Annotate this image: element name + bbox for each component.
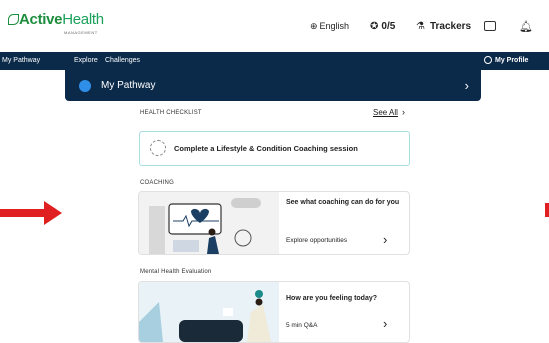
chevron-right-icon: › [402,107,405,117]
mental-health-card-title: How are you feeling today? [286,295,378,302]
chat-icon[interactable] [484,0,496,52]
points-counter[interactable]: ✪ 0/5 [370,0,395,52]
trackers-icon: ⚗ [416,20,425,32]
arrow-marker-icon [545,203,549,217]
trackers-button[interactable]: ⚗ Trackers [416,0,471,52]
health-checklist-label: HEALTH CHECKLIST [140,110,202,116]
points-value: 0/5 [381,20,396,32]
mental-health-label: Mental Health Evaluation [140,269,212,275]
award-icon: ✪ [370,20,379,32]
explore-opportunities-link[interactable]: Explore opportunities [286,237,347,244]
logo-brand-b: Health [62,11,104,28]
globe-icon: ⊕ [310,20,318,31]
checklist-item-text: Complete a Lifestyle & Condition Coachin… [174,144,358,153]
language-selector[interactable]: ⊕ English [310,0,349,52]
coaching-card-title: See what coaching can do for you [286,199,400,206]
nav-explore[interactable]: Explore [74,52,98,70]
see-all-link[interactable]: See All [373,108,398,117]
logo-subtitle: MANAGEMENT [64,30,98,35]
pathway-title: My Pathway [101,80,156,91]
coaching-card[interactable]: See what coaching can do for you Explore… [138,191,410,255]
language-label: English [319,21,350,31]
logo-brand-a: Active [19,11,63,28]
top-header: ActiveHealth MANAGEMENT ⊕ English ✪ 0/5 … [0,0,549,53]
profile-label: My Profile [495,57,529,64]
my-pathway-banner[interactable]: My Pathway › [65,70,481,101]
logo-leaf-icon [8,14,19,26]
chevron-right-icon: › [464,78,469,93]
nav-my-pathway[interactable]: My Pathway [2,52,40,70]
coaching-label: COACHING [140,180,174,186]
coaching-checklist-icon [150,140,166,156]
user-icon [484,56,492,65]
arrow-right-icon [0,201,62,225]
nav-challenges[interactable]: Challenges [105,52,140,70]
pathway-icon [79,80,91,92]
nav-my-profile[interactable]: My Profile [484,52,528,70]
bell-icon[interactable]: 🔔︎ [519,0,533,52]
chevron-right-icon[interactable]: › [383,232,387,247]
five-min-qa-link[interactable]: 5 min Q&A [286,322,317,329]
trackers-label: Trackers [429,20,472,32]
checklist-item-card[interactable]: Complete a Lifestyle & Condition Coachin… [139,131,410,166]
chevron-right-icon[interactable]: › [383,316,387,331]
mental-health-card[interactable]: How are you feeling today? 5 min Q&A › [138,281,410,343]
coaching-illustration [139,192,279,254]
mental-health-illustration [139,282,279,342]
main-nav: My Pathway Explore Challenges My Profile [0,52,549,70]
